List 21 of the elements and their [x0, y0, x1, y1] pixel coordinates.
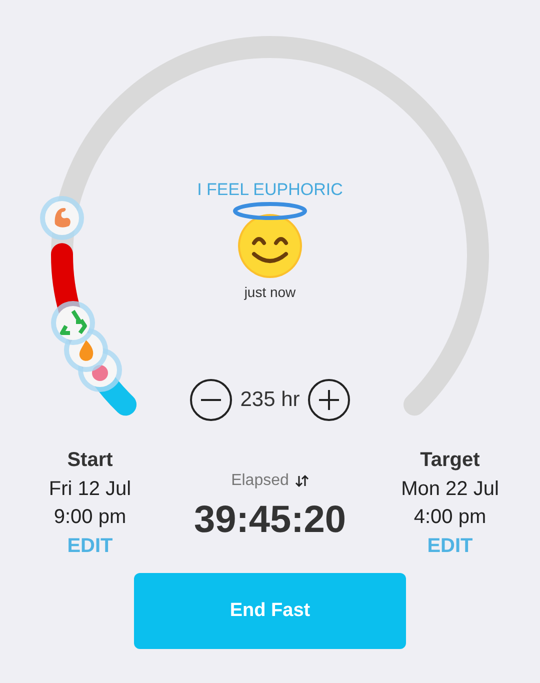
elapsed-label: Elapsed [231, 471, 289, 491]
target-time: 4:00 pm [414, 505, 486, 530]
muscle-marker-icon [40, 196, 84, 240]
start-time: 9:00 pm [54, 505, 126, 530]
start-title: Start [67, 448, 113, 473]
edit-button[interactable]: EDIT [67, 531, 113, 561]
target-date: Mon 22 Jul [401, 477, 499, 502]
increase-button[interactable] [308, 379, 350, 421]
target-title: Target [420, 448, 480, 473]
duration-value: 235 hr [240, 387, 300, 414]
swap-icon[interactable] [294, 474, 309, 488]
end-fast-button[interactable]: End Fast [134, 573, 406, 649]
elapsed-timer: 39:45:20 [194, 498, 346, 543]
start-date: Fri 12 Jul [48, 477, 132, 502]
mood-time: just now [244, 283, 296, 302]
edit-button[interactable]: EDIT [427, 531, 473, 561]
minus-icon [201, 399, 222, 401]
decrease-button[interactable] [190, 379, 232, 421]
mood-label: I FEEL EUPHORIC [197, 179, 343, 201]
smiling-face-icon [232, 202, 308, 280]
plus-icon [318, 390, 339, 410]
